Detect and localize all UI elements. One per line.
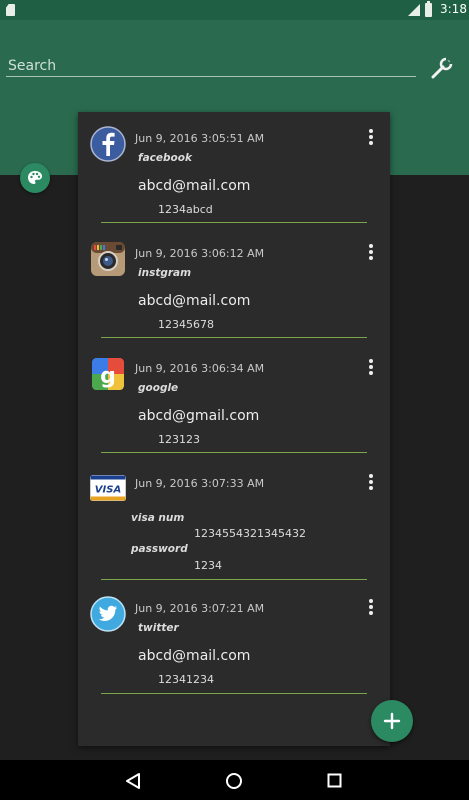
password-value: 1234 (194, 559, 222, 572)
entry-name: google (138, 382, 179, 394)
visa-icon: VISA (90, 475, 126, 501)
password-label: password (131, 543, 188, 555)
more-vert-icon[interactable] (368, 358, 374, 376)
list-item[interactable]: VISA Jun 9, 2016 3:07:33 AM visa num 123… (78, 457, 390, 582)
instagram-icon (91, 242, 125, 276)
entry-date: Jun 9, 2016 3:06:12 AM (135, 247, 265, 260)
back-icon[interactable] (124, 772, 142, 790)
signal-icon (408, 4, 420, 16)
wrench-icon[interactable] (430, 56, 454, 80)
svg-text:VISA: VISA (95, 485, 121, 496)
visa-num-value: 1234554321345432 (194, 527, 306, 540)
twitter-icon (90, 596, 126, 632)
entry-name: instgram (138, 267, 192, 279)
entry-name: twitter (138, 622, 179, 634)
entry-name: facebook (138, 152, 192, 164)
entry-date: Jun 9, 2016 3:06:34 AM (135, 362, 265, 375)
more-vert-icon[interactable] (368, 473, 374, 491)
entry-date: Jun 9, 2016 3:07:33 AM (135, 477, 265, 490)
entry-email: abcd@gmail.com (138, 408, 260, 424)
palette-button[interactable] (20, 163, 50, 193)
entry-divider (101, 222, 367, 223)
visa-num-label: visa num (131, 512, 185, 524)
entry-date: Jun 9, 2016 3:07:21 AM (135, 602, 265, 615)
google-icon: g (92, 358, 124, 390)
entry-divider (101, 579, 367, 580)
sd-card-icon (6, 4, 15, 16)
entry-password: 1234abcd (158, 203, 213, 216)
entry-password: 12341234 (158, 673, 214, 686)
list-item[interactable]: Jun 9, 2016 3:05:51 AM facebook abcd@mai… (78, 112, 390, 227)
list-item[interactable]: Jun 9, 2016 3:06:12 AM instgram abcd@mai… (78, 227, 390, 342)
entry-divider (101, 693, 367, 694)
facebook-icon (90, 126, 126, 162)
more-vert-icon[interactable] (368, 128, 374, 146)
entry-divider (101, 452, 367, 453)
list-item[interactable]: g Jun 9, 2016 3:06:34 AM google abcd@gma… (78, 342, 390, 457)
status-time: 3:18 (440, 2, 467, 16)
entry-email: abcd@mail.com (138, 648, 251, 664)
battery-icon (425, 1, 432, 17)
entry-date: Jun 9, 2016 3:05:51 AM (135, 132, 265, 145)
navigation-bar (0, 760, 469, 800)
status-bar: 3:18 (0, 0, 469, 20)
recents-icon[interactable] (327, 773, 342, 788)
entry-password: 123123 (158, 433, 200, 446)
list-item[interactable]: Jun 9, 2016 3:07:21 AM twitter abcd@mail… (78, 582, 390, 697)
entry-divider (101, 337, 367, 338)
entries-list: Jun 9, 2016 3:05:51 AM facebook abcd@mai… (78, 112, 390, 746)
more-vert-icon[interactable] (368, 598, 374, 616)
svg-text:g: g (100, 364, 116, 389)
entry-email: abcd@mail.com (138, 178, 251, 194)
entry-email: abcd@mail.com (138, 293, 251, 309)
more-vert-icon[interactable] (368, 243, 374, 261)
entry-password: 12345678 (158, 318, 214, 331)
palette-icon (28, 171, 42, 184)
plus-icon (383, 712, 401, 730)
search-input[interactable] (6, 55, 416, 77)
add-entry-button[interactable] (371, 700, 413, 742)
home-icon[interactable] (225, 772, 243, 790)
